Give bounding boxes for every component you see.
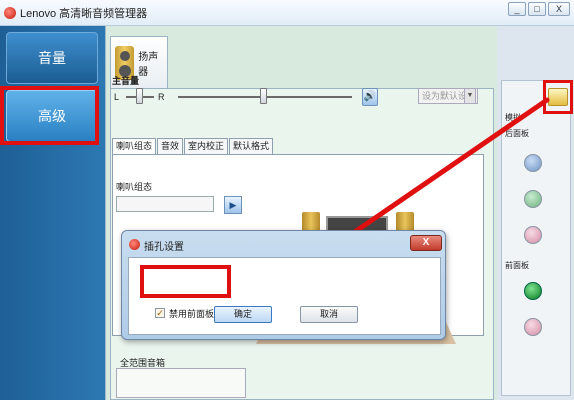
back-jack-green[interactable] xyxy=(524,190,542,208)
back-jack-blue[interactable] xyxy=(524,154,542,172)
front-jack-green[interactable] xyxy=(524,282,542,300)
nav-volume-button[interactable]: 音量 xyxy=(6,32,98,84)
tab-default-format[interactable]: 默认格式 xyxy=(229,138,274,155)
speaker-config-select[interactable] xyxy=(116,196,214,212)
analog-label: 模拟 xyxy=(505,113,521,122)
highlight-folder-box xyxy=(543,80,573,114)
window-controls: _ □ X xyxy=(506,2,570,16)
default-device-dropdown-arrow[interactable]: ▼ xyxy=(464,88,476,104)
minimize-button[interactable]: _ xyxy=(508,2,526,16)
play-test-button[interactable]: ▶ xyxy=(224,196,242,214)
device-tab-label: 扬声器 xyxy=(138,51,159,78)
left-nav: 音量 高级 xyxy=(0,26,105,400)
tab-sound-effects[interactable]: 音效 xyxy=(157,138,184,155)
front-jack-pink[interactable] xyxy=(524,318,542,336)
back-jack-pink[interactable] xyxy=(524,226,542,244)
back-panel-label: 后面板 xyxy=(505,129,529,138)
balance-slider-thumb[interactable] xyxy=(136,88,143,104)
full-range-options xyxy=(116,368,246,398)
tab-room-correction[interactable]: 室内校正 xyxy=(184,138,229,155)
window-title: Lenovo 高清晰音频管理器 xyxy=(20,7,148,20)
close-button[interactable]: X xyxy=(548,2,570,16)
speaker-config-label: 喇叭组态 xyxy=(116,182,153,192)
maximize-button[interactable]: □ xyxy=(528,2,546,16)
balance-left-label: L xyxy=(114,92,120,102)
dialog-title: 插孔设置 xyxy=(144,242,184,253)
main-panel: 扬声器 主音量 L R 🔊 设为默认设备 ▼ 喇叭组态 音效 室内校正 默认格式… xyxy=(105,26,497,400)
cancel-button[interactable]: 取消 xyxy=(300,306,358,323)
mute-button[interactable]: 🔊 xyxy=(362,88,378,106)
ok-button[interactable]: 确定 xyxy=(214,306,272,323)
volume-slider-thumb[interactable] xyxy=(260,88,267,104)
balance-right-label: R xyxy=(158,92,165,102)
tab-speaker-config[interactable]: 喇叭组态 xyxy=(112,138,157,155)
front-panel-label: 前面板 xyxy=(505,261,529,270)
highlight-checkbox-box xyxy=(140,265,231,298)
main-volume-label: 主音量 xyxy=(112,76,140,86)
disable-front-jack-detection-checkbox[interactable]: ✓ xyxy=(155,308,165,318)
highlight-advanced-box xyxy=(0,86,99,145)
title-bar: Lenovo 高清晰音频管理器 _ □ X xyxy=(0,0,574,26)
dialog-close-button[interactable]: X xyxy=(410,235,442,251)
dialog-app-icon xyxy=(129,239,140,250)
settings-tabs: 喇叭组态 音效 室内校正 默认格式 xyxy=(112,138,274,155)
app-logo-icon xyxy=(4,6,16,19)
